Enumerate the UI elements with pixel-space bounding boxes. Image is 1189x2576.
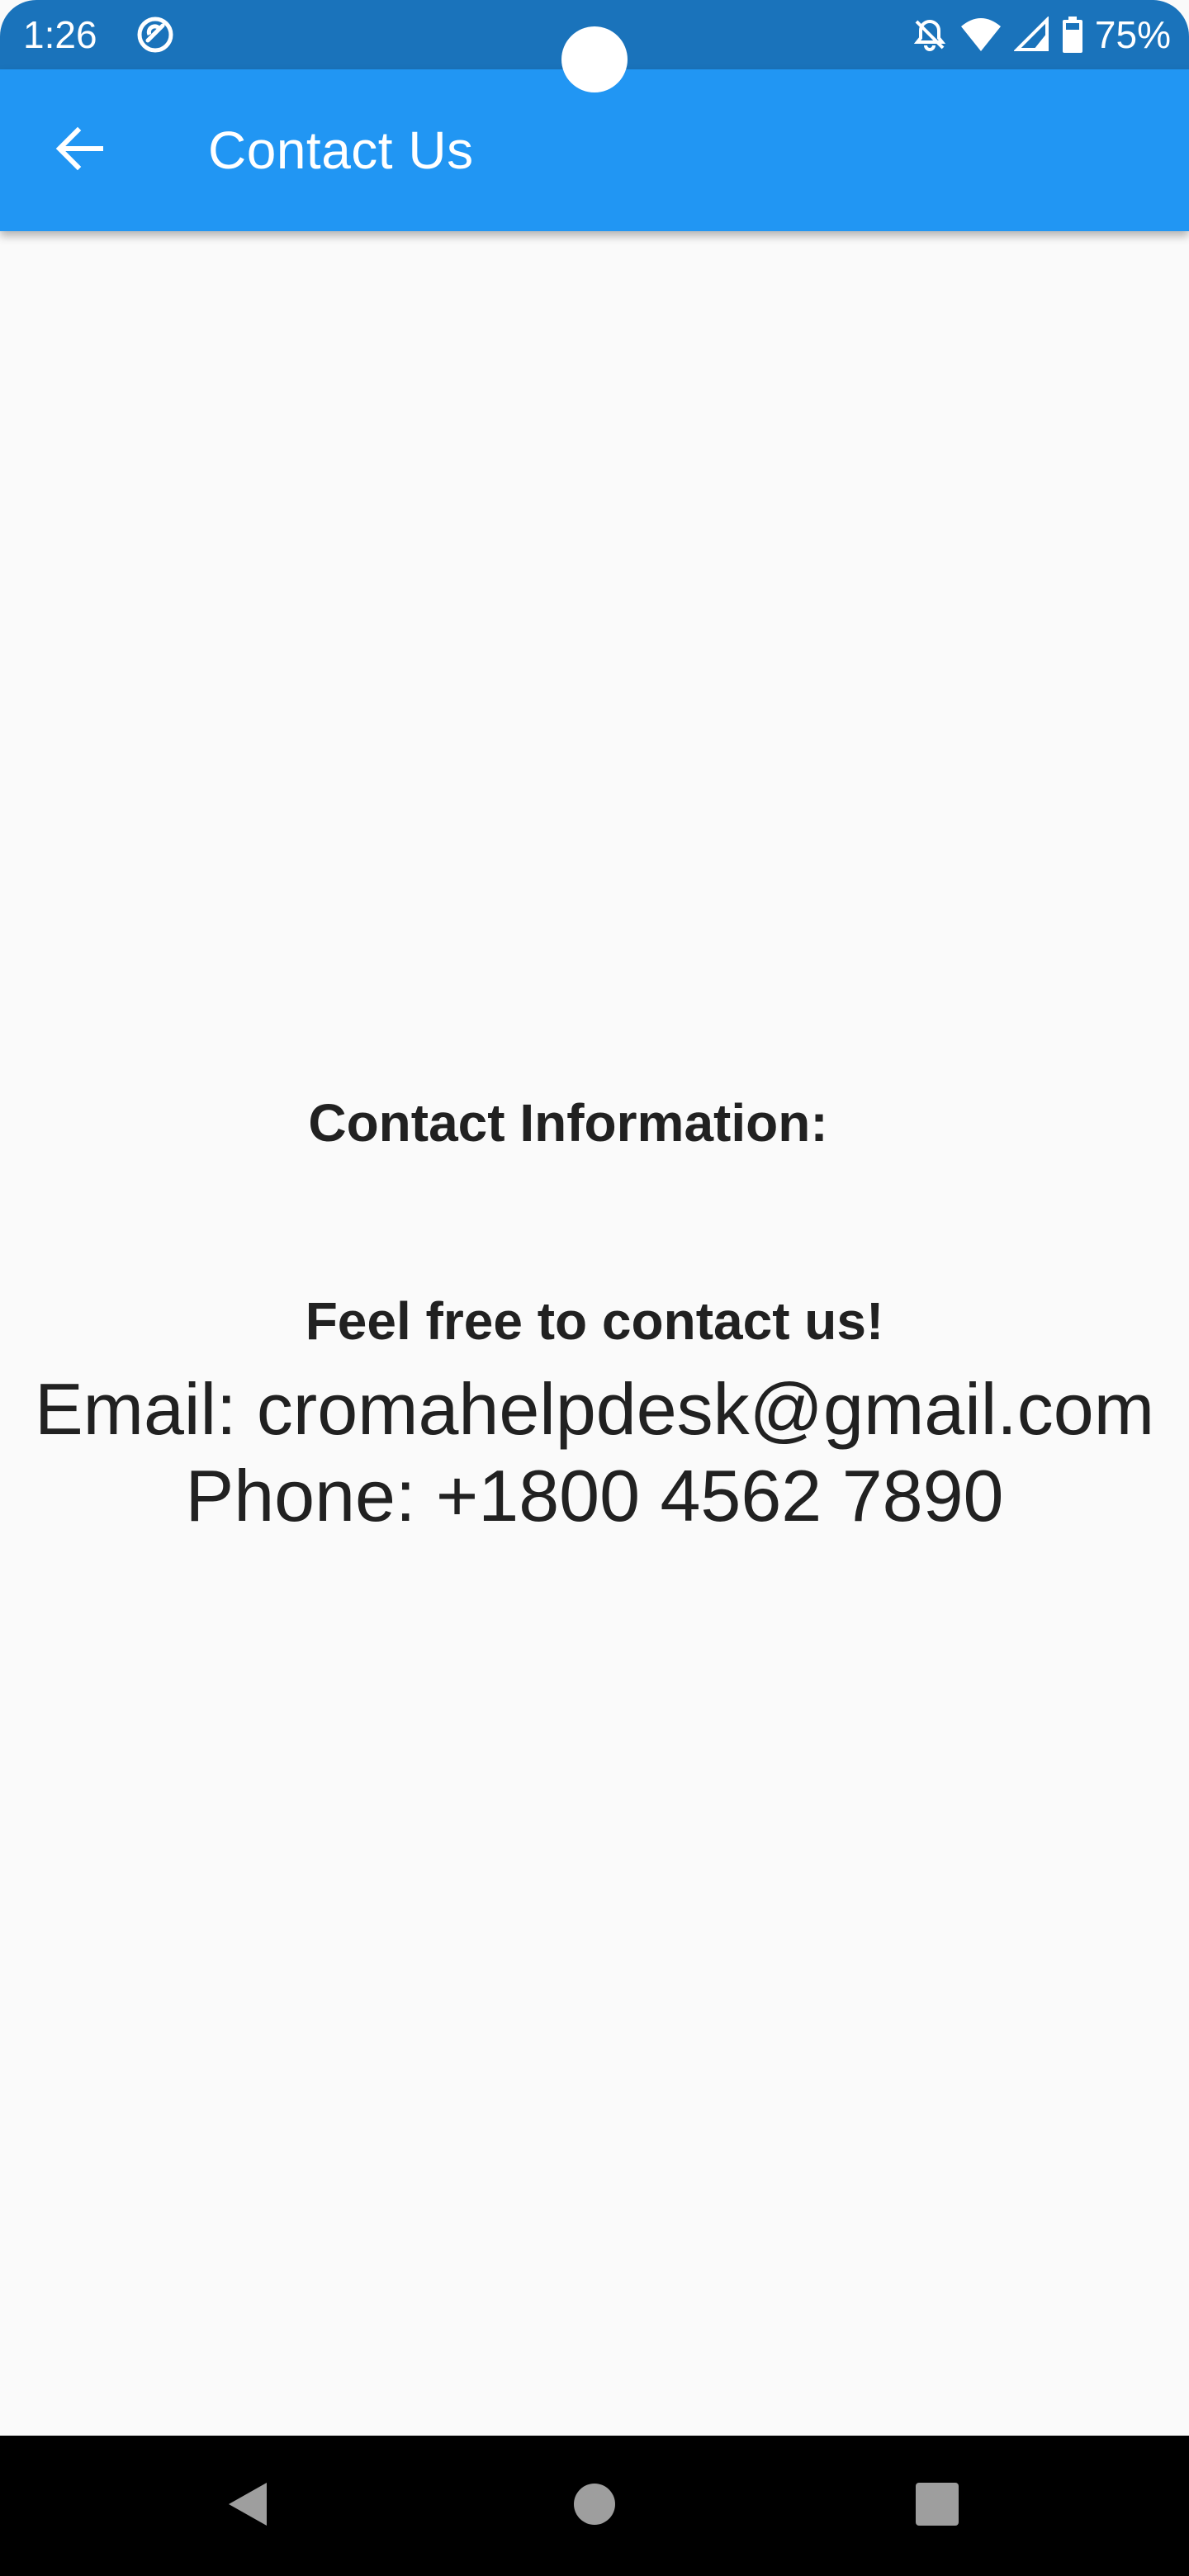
- nav-back-icon: [224, 2479, 273, 2533]
- back-button[interactable]: [33, 104, 126, 197]
- wifi-icon: [959, 15, 1002, 54]
- contact-content: Contact Information: Feel free to contac…: [0, 231, 1189, 2436]
- alarm-off-icon: [912, 15, 948, 54]
- page-title: Contact Us: [208, 121, 474, 180]
- status-time: 1:26: [23, 13, 97, 56]
- screen: 1:26 75% Contact Us Contact Information:…: [0, 0, 1189, 2576]
- arrow-left-icon: [53, 122, 106, 179]
- contact-invite-text: Feel free to contact us!: [305, 1291, 884, 1351]
- contact-info-heading: Contact Information:: [308, 1093, 828, 1153]
- system-nav-bar: [0, 2436, 1189, 2576]
- email-text: Email: cromahelpdesk@gmail.com: [34, 1368, 1154, 1450]
- battery-percent: 75%: [1094, 13, 1171, 56]
- nav-home-button[interactable]: [557, 2469, 632, 2543]
- phone-text: Phone: +1800 4562 7890: [185, 1455, 1004, 1537]
- camera-cutout: [561, 26, 628, 92]
- nav-recents-button[interactable]: [900, 2469, 974, 2543]
- cell-signal-icon: [1013, 15, 1050, 54]
- nav-recents-icon: [915, 2482, 959, 2531]
- app-bar: Contact Us: [0, 69, 1189, 231]
- status-icons: 75%: [912, 12, 1171, 58]
- app-notification-icon: [135, 15, 175, 54]
- battery-icon: [1062, 15, 1083, 54]
- nav-back-button[interactable]: [211, 2469, 286, 2543]
- nav-home-icon: [572, 2482, 617, 2531]
